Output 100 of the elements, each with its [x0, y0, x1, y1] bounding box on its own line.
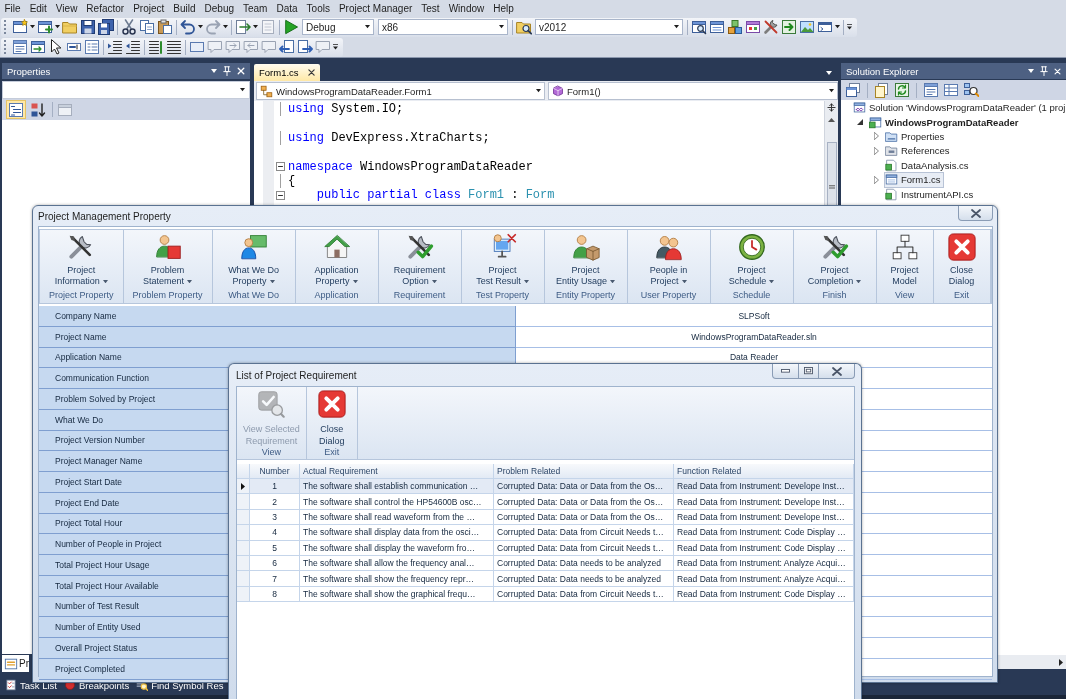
window-list-icon[interactable] — [709, 19, 725, 35]
menu-item[interactable]: Help — [488, 0, 519, 17]
column-header[interactable]: Actual Requirement — [300, 464, 494, 479]
console-window-icon[interactable] — [817, 19, 833, 35]
tree-item[interactable]: Properties — [884, 128, 948, 145]
document-arrow-icon[interactable] — [279, 39, 295, 55]
menu-item[interactable]: Refactor — [81, 0, 129, 17]
maximize-button[interactable] — [799, 364, 819, 379]
version-dropdown[interactable]: v2012 — [535, 19, 683, 35]
menu-item[interactable]: Project Manager — [334, 0, 417, 17]
window-icon[interactable] — [745, 19, 761, 35]
document-stack-icon[interactable] — [874, 82, 890, 98]
ribbon-button[interactable]: Project Schedule — [719, 230, 784, 289]
menu-item[interactable]: Test — [416, 0, 445, 17]
comment-lines-icon[interactable] — [148, 39, 164, 55]
overflow-icon[interactable] — [847, 24, 852, 30]
caret-icon[interactable] — [253, 25, 258, 29]
floppy-disks-icon[interactable] — [98, 19, 114, 35]
caret-icon[interactable] — [30, 25, 35, 29]
class-dropdown[interactable]: WindowsProgramDataReader.Form1 — [256, 82, 545, 100]
pointer-icon[interactable] — [48, 39, 64, 55]
expanded-arrow-icon[interactable] — [857, 119, 863, 126]
window-search-icon[interactable] — [691, 19, 707, 35]
menu-item[interactable]: File — [0, 0, 26, 17]
ribbon-button[interactable]: People in Project — [636, 230, 701, 289]
caret-icon[interactable] — [499, 25, 504, 29]
caret-icon[interactable] — [826, 71, 832, 75]
ribbon-button[interactable]: Application Property — [304, 230, 369, 289]
outdent-icon[interactable] — [125, 39, 141, 55]
close-button[interactable] — [958, 206, 993, 221]
up-arrow-icon[interactable] — [828, 118, 835, 122]
collapsed-arrow-icon[interactable] — [873, 146, 879, 155]
ribbon-button[interactable]: Close Dialog — [942, 230, 981, 289]
tool-window-tab[interactable]: Find Symbol Res — [136, 679, 224, 691]
panel-tab[interactable]: Pr — [2, 655, 29, 672]
tree-item[interactable]: InstrumentAPI.cs — [884, 186, 977, 203]
table-row[interactable]: 7 The software shall show the frequency repr… Corrupted Data: Data needs to be analyzed Read Data from Instrument: Analyze Acqui… — [237, 571, 854, 587]
folder-search-icon[interactable] — [516, 19, 532, 35]
menu-item[interactable]: Project — [128, 0, 169, 17]
menu-item[interactable]: Window — [444, 0, 489, 17]
tool-window-tab[interactable]: Task List — [5, 679, 57, 691]
ribbon-button[interactable]: Problem Statement — [135, 230, 200, 289]
close-button[interactable] — [819, 364, 855, 379]
menu-item[interactable]: Edit — [25, 0, 52, 17]
list-window-icon[interactable] — [12, 39, 28, 55]
splitter-icon[interactable] — [827, 103, 836, 112]
pin-icon[interactable] — [1040, 66, 1048, 76]
tree-item[interactable]: References — [884, 142, 953, 159]
tree-item[interactable]: DataAnalysis.cs — [884, 157, 972, 174]
property-list-icon[interactable] — [84, 39, 100, 55]
clipboard-icon[interactable] — [157, 19, 173, 35]
ribbon-button[interactable]: Project Test Result — [470, 230, 535, 289]
rectangle-icon[interactable] — [189, 39, 205, 55]
picture-icon[interactable] — [799, 19, 815, 35]
collapse-icon[interactable] — [276, 162, 285, 172]
right-arrow-icon[interactable] — [1059, 658, 1063, 666]
tree-item[interactable]: Form1.cs — [884, 171, 944, 188]
code-editor[interactable]: using System.IO; using DevExpress.XtraCharts; namespace WindowsProgramDataReader { public partial class Form1 : Form — [254, 101, 838, 205]
ribbon-button[interactable]: Project Information — [49, 230, 114, 289]
overflow-icon[interactable] — [333, 44, 338, 50]
tools-icon[interactable] — [763, 19, 779, 35]
ribbon-button[interactable]: Requirement Option — [387, 230, 452, 289]
undo-icon[interactable] — [180, 19, 196, 35]
boxes-icon[interactable] — [727, 19, 743, 35]
caret-icon[interactable] — [223, 25, 228, 29]
refresh-icon[interactable] — [894, 82, 910, 98]
caret-icon[interactable] — [674, 25, 679, 29]
list-window-icon[interactable] — [923, 82, 939, 98]
menu-item[interactable]: Build — [168, 0, 201, 17]
member-dropdown[interactable]: Form1() — [548, 82, 838, 100]
menu-item[interactable]: Debug — [200, 0, 239, 17]
menu-item[interactable]: View — [51, 0, 82, 17]
close-icon[interactable] — [307, 69, 315, 76]
caret-icon[interactable] — [835, 25, 840, 29]
table-row[interactable]: 2 The software shall control the HP54600B osc… Corrupted Data: Data or Data from the Os… Read Data from Instrument: Develope Inst… — [237, 494, 854, 510]
menu-item[interactable]: Tools — [302, 0, 335, 17]
columns-icon[interactable] — [943, 82, 959, 98]
menu-item[interactable]: Data — [271, 0, 303, 17]
caret-icon[interactable] — [55, 25, 60, 29]
column-header[interactable]: Problem Related — [494, 464, 674, 479]
caret-icon[interactable] — [198, 25, 203, 29]
caret-icon[interactable] — [1028, 69, 1034, 73]
scissors-icon[interactable] — [121, 19, 137, 35]
menu-item[interactable]: Team — [238, 0, 272, 17]
document-arrow-icon[interactable] — [235, 19, 251, 35]
table-row[interactable]: 1 The software shall establish communication … Corrupted Data: Data or Data from the Os… Read Data from Instrument: Develope Inst… — [237, 479, 854, 495]
indent-icon[interactable] — [107, 39, 123, 55]
arrow-box-icon[interactable] — [781, 19, 797, 35]
ribbon-button[interactable]: Project Completion — [802, 230, 867, 289]
collapse-icon[interactable] — [276, 191, 285, 201]
configuration-dropdown[interactable]: Debug — [302, 19, 374, 35]
window-plus-icon[interactable] — [37, 19, 53, 35]
caret-icon[interactable] — [365, 25, 370, 29]
window-stack-icon[interactable] — [845, 82, 861, 98]
vertical-scrollbar[interactable] — [824, 101, 838, 205]
play-icon[interactable] — [283, 19, 299, 35]
column-header[interactable]: Function Related — [674, 464, 854, 479]
lines-icon[interactable] — [166, 39, 182, 55]
copy-icon[interactable] — [139, 19, 155, 35]
column-header[interactable]: Number — [250, 464, 300, 479]
